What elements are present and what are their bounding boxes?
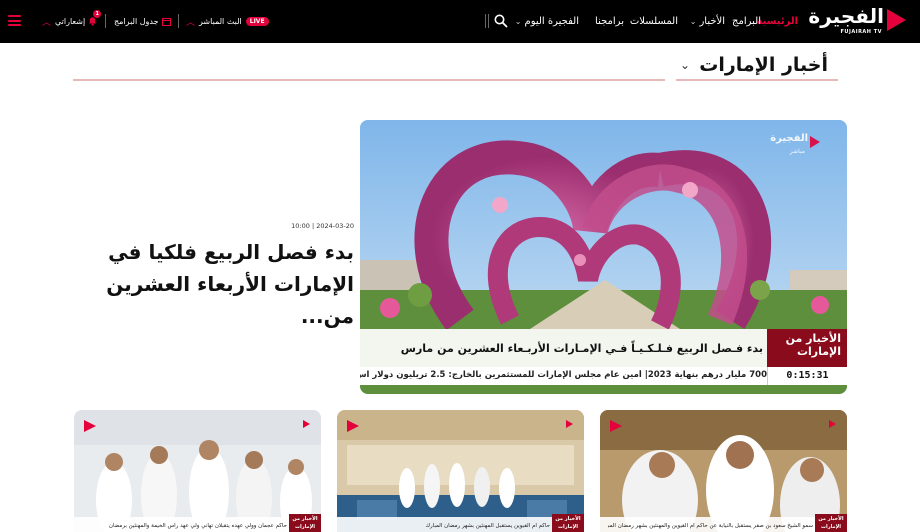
news-card[interactable]: سمو الشيخ سعود بن صقر يستقبل بالنيابة عن… [600,410,847,532]
util-divider [178,14,179,28]
news-card-image [74,410,321,532]
section-dropdown[interactable]: أخبار الإمارات ⌄ [676,51,838,81]
play-icon [610,420,622,432]
badge-line-2: الإمارات [796,345,841,358]
card-caption: حاكم أم القيوين يستقبل المهنئين بشهر رمض… [425,523,550,529]
top-navigation-bar: الفجيرة FUJAIRAH TV الرئيسية البرامج الأ… [0,0,920,43]
news-card-image [337,410,584,532]
channel-logo-icon [303,420,310,428]
card-category-badge: الأخبار من الإمارات [815,514,847,532]
watermark-text: الفجيرة [770,133,808,144]
nav-item-label[interactable]: البرامج [732,16,761,27]
featured-video-thumbnail[interactable]: الفجيرة مباشر بدء فـصل الربيع فـلـكـيـاً… [360,120,847,394]
logo-text: الفجيرة [808,4,884,28]
section-divider [73,79,665,81]
chevron-down-icon: ︿ [42,18,52,28]
nav-item-news[interactable]: الأخبار ⌄ [690,0,725,43]
news-card[interactable]: حاكم أم القيوين يستقبل المهنئين بشهر رمض… [337,410,584,532]
notifications-link[interactable]: 1 إشعاراتي ︿ [42,0,102,43]
card-caption: سمو الشيخ سعود بن صقر يستقبل بالنيابة عن… [608,523,813,529]
nav-item-label[interactable]: الفجيرة اليوم [525,16,580,27]
featured-title[interactable]: بدء فصل الربيع فلكيا في الإمارات الأربعا… [74,236,354,332]
chevron-down-icon: ⌄ [514,17,522,26]
broadcast-icon: ︿ [186,18,196,28]
news-card[interactable]: حاكم عجمان وولي عهده يتقبلان تهاني ولي ع… [74,410,321,532]
section-title: أخبار الإمارات [699,54,828,76]
channel-watermark: الفجيرة مباشر [769,132,821,160]
logo-subtext: FUJAIRAH TV [840,29,882,35]
nav-item-our-programs[interactable]: برامجنا [595,0,624,43]
nav-item-fujairah-today[interactable]: الفجيرة اليوم ⌄ [515,0,579,43]
schedule-label: جدول البرامج [114,17,159,26]
news-category-badge: الأخبار من الإمارات [767,329,847,367]
play-icon [84,420,96,432]
nav-divider [488,14,489,28]
schedule-link[interactable]: جدول البرامج [114,0,171,43]
nav-item-series[interactable]: المسلسلات [630,0,678,43]
chevron-down-icon: ⌄ [680,58,691,72]
live-stream-label: البث المباشر [199,17,242,26]
news-ticker-text: 700 مليار درهم بنهاية 2023| أمين عام مجل… [360,370,767,380]
badge-line-1: الأخبار من [785,332,841,345]
video-duration: 0:15:31 [767,367,847,385]
bell-icon: 1 [88,9,102,28]
news-card-image [600,410,847,532]
menu-icon[interactable] [8,15,21,26]
nav-item-label[interactable]: برامجنا [595,16,624,27]
nav-item-label[interactable]: المسلسلات [630,16,678,27]
nav-item-label[interactable]: الأخبار [699,16,725,27]
channel-logo-icon [829,420,836,428]
card-category-badge: الأخبار من الإمارات [552,514,584,532]
notification-count-badge: 1 [93,9,102,18]
channel-logo-icon [566,420,573,428]
card-category-badge: الأخبار من الإمارات [289,514,321,532]
play-icon [810,136,820,148]
search-icon[interactable] [494,14,508,28]
calendar-icon [161,18,171,26]
overlay-headline: بدء فـصل الربيع فـلـكـيـاً فـي الإمـارات… [400,342,763,355]
play-icon [347,420,359,432]
featured-date: 2024-03-20 | 10:00 [291,222,354,230]
notifications-label: إشعاراتي [55,17,86,26]
util-divider [105,14,106,28]
nav-item-programs[interactable]: البرامج [732,0,761,43]
nav-item-home[interactable]: الرئيسية [756,0,798,43]
watermark-subtext: مباشر [789,148,805,155]
live-stream-link[interactable]: LIVE البث المباشر ︿ [186,0,269,43]
chevron-down-icon: ⌄ [689,17,697,26]
logo-play-icon [887,9,906,31]
live-badge: LIVE [245,17,269,26]
nav-item-label[interactable]: الرئيسية [756,16,798,27]
fujairah-tv-logo[interactable]: الفجيرة FUJAIRAH TV [808,4,908,39]
card-caption: حاكم عجمان وولي عهده يتقبلان تهاني ولي ع… [108,523,287,529]
nav-divider [485,14,486,28]
